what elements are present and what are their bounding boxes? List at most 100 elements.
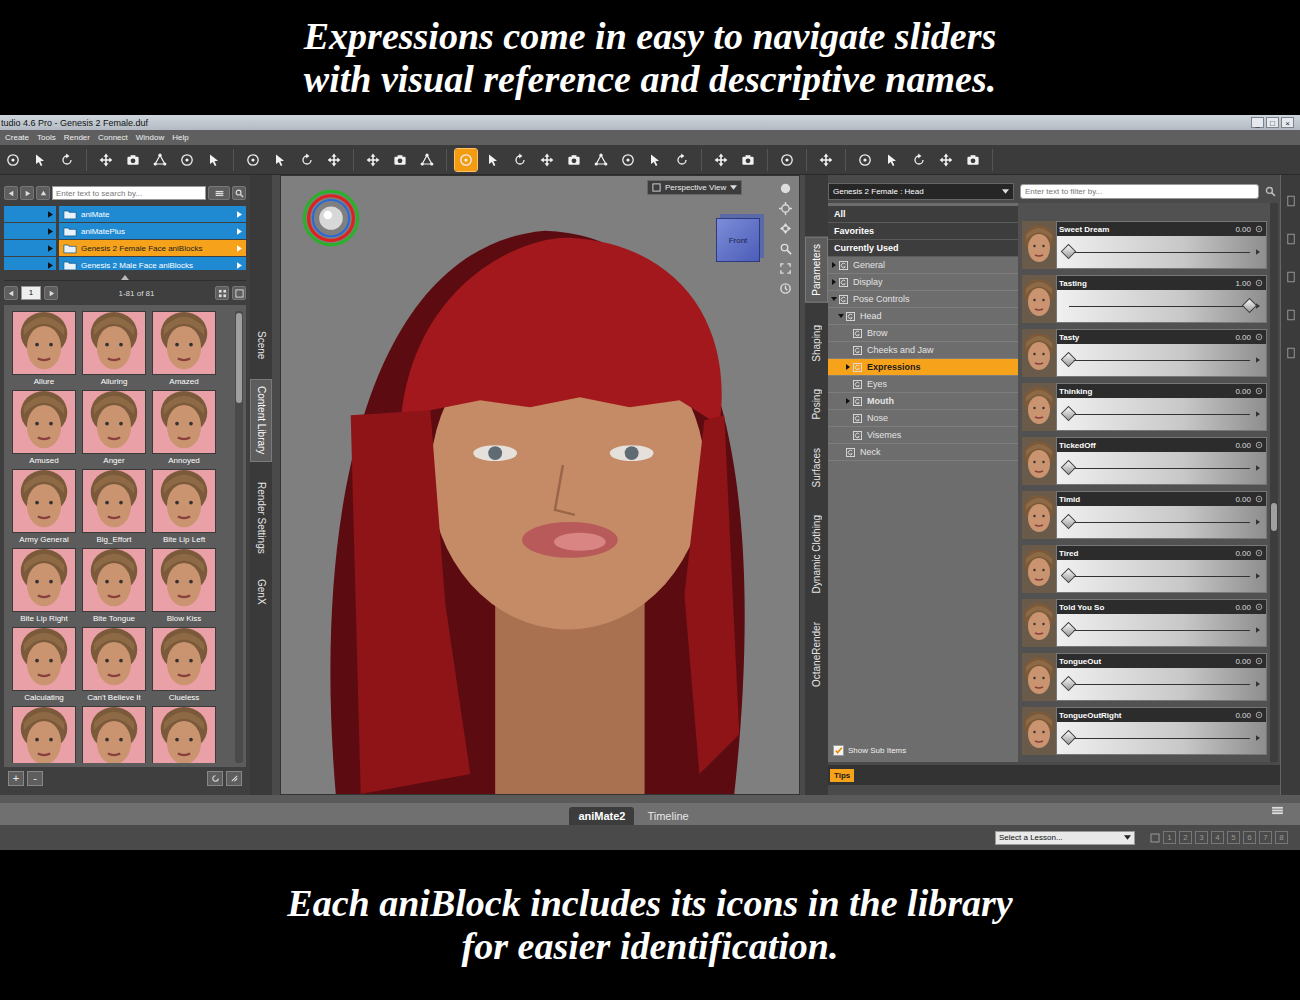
- library-item[interactable]: Amused: [10, 390, 78, 468]
- viewport[interactable]: Perspective View Front: [280, 175, 800, 795]
- gear-icon[interactable]: [1255, 495, 1263, 503]
- library-item[interactable]: Alluring: [80, 311, 148, 389]
- library-add-remove-button[interactable]: -: [27, 771, 43, 786]
- library-item[interactable]: Calculating: [10, 627, 78, 705]
- pane-splitter[interactable]: [4, 270, 246, 281]
- tool-button[interactable]: [362, 149, 384, 171]
- slider-track[interactable]: [1069, 576, 1250, 577]
- slider-knob[interactable]: [1061, 567, 1077, 583]
- window-control-button[interactable]: □: [1266, 117, 1279, 128]
- slider-value[interactable]: 0.00: [1235, 333, 1251, 342]
- viewport-control-button[interactable]: [777, 260, 793, 276]
- tree-row[interactable]: Brow: [828, 325, 1018, 342]
- gear-icon[interactable]: [1255, 657, 1263, 665]
- gear-icon[interactable]: [1255, 225, 1263, 233]
- tool-button[interactable]: [455, 149, 477, 171]
- view-dropdown[interactable]: Perspective View: [647, 180, 742, 195]
- folder-row[interactable]: Genesis 2 Male Face aniBlocks: [4, 257, 246, 270]
- pane-tab[interactable]: Parameters: [805, 237, 828, 303]
- slider-track-area[interactable]: [1057, 560, 1266, 592]
- tree-row[interactable]: Mouth: [828, 393, 1018, 410]
- lesson-step-button[interactable]: 1: [1163, 831, 1176, 844]
- tool-button[interactable]: [509, 149, 531, 171]
- slider-track[interactable]: [1069, 468, 1250, 469]
- library-item[interactable]: Annoyed: [150, 390, 218, 468]
- tree-row[interactable]: Eyes: [828, 376, 1018, 393]
- tool-button[interactable]: [908, 149, 930, 171]
- slider-track-area[interactable]: [1057, 668, 1266, 700]
- library-add-remove-button[interactable]: +: [8, 771, 24, 786]
- tool-button[interactable]: [935, 149, 957, 171]
- viewport-control-button[interactable]: [777, 180, 793, 196]
- next-page-button[interactable]: [44, 286, 58, 300]
- list-view-button[interactable]: [232, 286, 246, 300]
- tool-button[interactable]: [296, 149, 318, 171]
- pane-tab[interactable]: Render Settings: [250, 476, 272, 560]
- pane-tab[interactable]: Shaping: [805, 319, 828, 368]
- gear-icon[interactable]: [1255, 441, 1263, 449]
- show-sub-items-checkbox[interactable]: [833, 745, 844, 756]
- side-tab-icon[interactable]: [1287, 233, 1295, 245]
- lesson-step-button[interactable]: 6: [1243, 831, 1256, 844]
- tool-button[interactable]: [617, 149, 639, 171]
- side-tab-icon[interactable]: [1287, 309, 1295, 321]
- page-number[interactable]: 1: [21, 286, 41, 300]
- tool-button[interactable]: [29, 149, 51, 171]
- gear-icon[interactable]: [1255, 603, 1263, 611]
- tree-group-row[interactable]: Currently Used: [828, 240, 1018, 257]
- pane-tab[interactable]: Surfaces: [805, 442, 828, 493]
- slider-step-arrow-icon[interactable]: [1256, 411, 1260, 417]
- slider-knob[interactable]: [1061, 459, 1077, 475]
- tool-button[interactable]: [536, 149, 558, 171]
- gear-icon[interactable]: [1255, 333, 1263, 341]
- tool-button[interactable]: [482, 149, 504, 171]
- tree-group-row[interactable]: Favorites: [828, 223, 1018, 240]
- tool-button[interactable]: [962, 149, 984, 171]
- menu-item[interactable]: Render: [64, 133, 90, 142]
- tips-button[interactable]: Tips: [830, 769, 854, 782]
- nav-button[interactable]: [20, 186, 34, 200]
- slider-knob[interactable]: [1061, 513, 1077, 529]
- search-button[interactable]: [232, 186, 246, 200]
- tool-button[interactable]: [854, 149, 876, 171]
- tool-button[interactable]: [95, 149, 117, 171]
- lesson-step-button[interactable]: 2: [1179, 831, 1192, 844]
- window-control-button[interactable]: _: [1251, 117, 1264, 128]
- slider-knob[interactable]: [1242, 297, 1258, 313]
- nav-button[interactable]: [4, 186, 18, 200]
- pane-splitter[interactable]: [272, 175, 280, 795]
- slider-value[interactable]: 0.00: [1235, 711, 1251, 720]
- slider-track[interactable]: [1069, 306, 1250, 307]
- tool-button[interactable]: [671, 149, 693, 171]
- library-item[interactable]: Army General: [10, 469, 78, 547]
- library-item[interactable]: Allure: [10, 311, 78, 389]
- expand-arrow-icon[interactable]: [831, 279, 837, 285]
- slider-knob[interactable]: [1061, 351, 1077, 367]
- slider-step-arrow-icon[interactable]: [1256, 249, 1260, 255]
- slider-value[interactable]: 0.00: [1235, 495, 1251, 504]
- slider-value[interactable]: 0.00: [1235, 225, 1251, 234]
- lesson-step-button[interactable]: 3: [1195, 831, 1208, 844]
- expand-arrow-icon[interactable]: [831, 262, 837, 268]
- slider-track[interactable]: [1069, 630, 1250, 631]
- lesson-step-button[interactable]: 8: [1275, 831, 1288, 844]
- tool-button[interactable]: [590, 149, 612, 171]
- tool-button[interactable]: [2, 149, 24, 171]
- gear-icon[interactable]: [1255, 279, 1263, 287]
- window-control-button[interactable]: ×: [1281, 117, 1294, 128]
- bottom-pane-tab[interactable]: aniMate2: [569, 807, 634, 825]
- magnifier-icon[interactable]: [1265, 186, 1276, 197]
- library-item[interactable]: [150, 706, 218, 763]
- gear-icon[interactable]: [1255, 549, 1263, 557]
- slider-knob[interactable]: [1061, 729, 1077, 745]
- slider-knob[interactable]: [1061, 675, 1077, 691]
- tool-button[interactable]: [644, 149, 666, 171]
- camera-gizmo[interactable]: [299, 184, 363, 248]
- viewport-control-button[interactable]: [777, 220, 793, 236]
- slider-knob[interactable]: [1061, 621, 1077, 637]
- tree-row[interactable]: General: [828, 257, 1018, 274]
- slider-track[interactable]: [1069, 252, 1250, 253]
- pane-tab[interactable]: Content Library: [250, 379, 272, 461]
- tool-button[interactable]: [149, 149, 171, 171]
- pane-menu-icon[interactable]: [1271, 806, 1284, 815]
